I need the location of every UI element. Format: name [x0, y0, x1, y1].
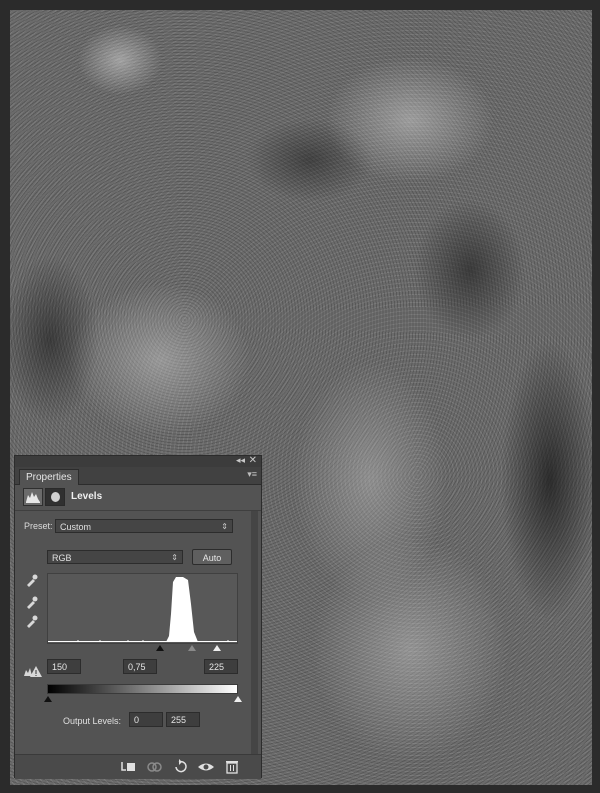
panel-menu-icon[interactable]: ▾≡ [247, 469, 257, 480]
channel-dropdown[interactable]: RGB ⇕ [47, 550, 183, 564]
adjustment-title: Levels [71, 491, 103, 502]
histogram [47, 573, 238, 644]
levels-adjustment-icon[interactable] [23, 488, 43, 506]
panel-tabbar: Properties ▾≡ [15, 467, 261, 485]
channel-value: RGB [52, 553, 72, 563]
input-black-slider[interactable] [156, 645, 164, 651]
output-black-slider[interactable] [44, 696, 52, 702]
preset-value: Custom [60, 522, 92, 532]
output-levels-label: Output Levels: [63, 716, 122, 726]
tab-properties[interactable]: Properties [19, 469, 79, 485]
properties-header: Levels [15, 485, 261, 511]
view-previous-state-icon[interactable] [144, 758, 164, 775]
black-point-eyedropper-icon[interactable] [25, 574, 38, 587]
close-icon[interactable]: ✕ [249, 455, 257, 466]
input-gamma-field[interactable]: 0,75 [123, 659, 157, 674]
gray-point-eyedropper-icon[interactable] [25, 596, 38, 609]
input-white-slider[interactable] [213, 645, 221, 651]
visibility-icon[interactable] [196, 758, 216, 775]
reset-icon[interactable] [170, 758, 190, 775]
clip-to-layer-icon[interactable] [118, 758, 138, 775]
preset-label: Preset: [24, 521, 53, 531]
output-gradient-ramp [47, 684, 238, 694]
panel-titlebar: ◂◂ ✕ [15, 455, 261, 467]
input-black-field[interactable]: 150 [47, 659, 81, 674]
panel-scrollbar[interactable] [251, 511, 258, 754]
white-point-eyedropper-icon[interactable] [25, 615, 38, 628]
dropdown-arrows-icon: ⇕ [171, 553, 178, 562]
delete-icon[interactable] [222, 758, 242, 775]
collapse-icon[interactable]: ◂◂ [236, 455, 245, 466]
output-white-slider[interactable] [234, 696, 242, 702]
input-gamma-slider[interactable] [188, 645, 196, 651]
auto-button[interactable]: Auto [192, 549, 232, 565]
input-white-field[interactable]: 225 [204, 659, 238, 674]
panel-footer [15, 754, 261, 779]
layer-mask-icon[interactable] [45, 488, 65, 506]
output-black-field[interactable]: 0 [129, 712, 163, 727]
clipping-warning-icon[interactable] [23, 664, 43, 678]
output-white-field[interactable]: 255 [166, 712, 200, 727]
dropdown-arrows-icon: ⇕ [221, 522, 228, 531]
histogram-shape [166, 577, 198, 642]
properties-panel: ◂◂ ✕ Properties ▾≡ Levels Preset: Custom… [14, 455, 262, 779]
preset-dropdown[interactable]: Custom ⇕ [55, 519, 233, 533]
